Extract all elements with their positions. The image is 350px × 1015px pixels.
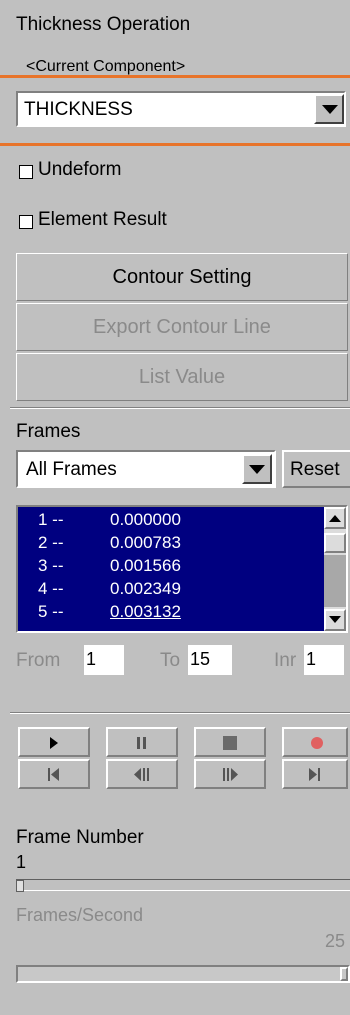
chevron-up-icon	[329, 515, 341, 522]
frame-index: 3 --	[38, 556, 64, 575]
scroll-track[interactable]	[324, 555, 346, 607]
chevron-down-icon	[322, 105, 338, 114]
element-result-checkbox[interactable]	[19, 215, 33, 229]
from-field[interactable]: 1	[84, 645, 124, 675]
frame-row-3[interactable]: 3 -- 0.001566	[18, 556, 318, 578]
section-divider	[10, 712, 350, 714]
chevron-down-icon	[249, 465, 265, 474]
annotation-line-bottom	[0, 143, 350, 146]
step-back-button[interactable]	[106, 759, 178, 789]
contour-setting-button[interactable]: Contour Setting	[16, 253, 348, 301]
skip-to-first-icon	[48, 768, 59, 781]
frame-row-4[interactable]: 4 -- 0.002349	[18, 579, 318, 601]
scroll-up-button[interactable]	[324, 507, 346, 529]
fps-label: Frames/Second	[16, 905, 144, 925]
component-dropdown-value: THICKNESS	[24, 99, 133, 120]
frames-range-value: All Frames	[26, 459, 117, 480]
scroll-thumb[interactable]	[324, 533, 346, 553]
step-backward-icon	[134, 768, 149, 781]
stop-button[interactable]	[194, 727, 266, 757]
export-contour-line-button[interactable]: Export Contour Line	[16, 303, 348, 351]
frame-value: 0.000783	[110, 533, 181, 552]
play-button[interactable]	[18, 727, 90, 757]
reset-label: Reset	[290, 459, 340, 480]
component-dropdown[interactable]: THICKNESS	[16, 91, 346, 127]
to-field[interactable]: 15	[188, 645, 232, 675]
from-label: From	[16, 650, 61, 671]
fps-value: 25	[325, 931, 346, 951]
frames-heading: Frames	[16, 421, 81, 442]
frame-index: 1 --	[38, 510, 64, 529]
list-value-button[interactable]: List Value	[16, 353, 348, 401]
stop-icon	[223, 736, 237, 750]
list-value-label: List Value	[138, 365, 226, 388]
step-forward-icon	[223, 768, 238, 781]
reset-button[interactable]: Reset	[282, 450, 350, 488]
chevron-down-icon	[329, 616, 341, 623]
fps-slider[interactable]	[16, 965, 350, 983]
inr-field[interactable]: 1	[304, 645, 344, 675]
current-component-label: <Current Component>	[26, 58, 186, 75]
last-frame-button[interactable]	[282, 759, 348, 789]
frame-value: 0.002349	[110, 579, 181, 598]
frames-range-dropdown[interactable]: All Frames	[16, 450, 276, 488]
frame-index: 5 --	[38, 602, 64, 621]
play-icon	[50, 737, 58, 749]
frames-list-scrollbar[interactable]	[324, 507, 346, 631]
dropdown-arrow-button[interactable]	[314, 94, 344, 124]
contour-setting-label: Contour Setting	[112, 265, 252, 288]
to-label: To	[160, 650, 181, 671]
fps-slider-thumb[interactable]	[340, 967, 348, 981]
frame-number-label: Frame Number	[16, 827, 144, 848]
frame-index: 2 --	[38, 533, 64, 552]
panel-title: Thickness Operation	[16, 14, 191, 35]
export-contour-line-label: Export Contour Line	[93, 315, 271, 338]
frame-value: 0.001566	[110, 556, 181, 575]
frame-value: 0.003132	[110, 602, 181, 621]
undeform-checkbox[interactable]	[19, 165, 33, 179]
skip-to-last-icon	[309, 768, 320, 781]
frame-value: 0.000000	[110, 510, 181, 529]
section-divider	[10, 407, 350, 409]
annotation-line-top	[0, 75, 350, 78]
frame-row-2[interactable]: 2 -- 0.000783	[18, 533, 318, 555]
frame-row-5[interactable]: 5 -- 0.003132	[18, 602, 318, 624]
first-frame-button[interactable]	[18, 759, 90, 789]
scroll-down-button[interactable]	[324, 609, 346, 631]
pause-button[interactable]	[106, 727, 178, 757]
frame-number-slider[interactable]	[16, 879, 350, 892]
frame-index: 4 --	[38, 579, 64, 598]
frame-number-value: 1	[16, 852, 27, 872]
step-forward-button[interactable]	[194, 759, 266, 789]
element-result-label: Element Result	[38, 209, 167, 230]
inr-label: Inr	[274, 650, 297, 671]
pause-icon	[137, 737, 146, 749]
frames-list[interactable]: 1 -- 0.000000 2 -- 0.000783 3 -- 0.00156…	[16, 505, 348, 633]
record-icon	[311, 737, 323, 749]
frame-row-1[interactable]: 1 -- 0.000000	[18, 510, 318, 532]
frames-dropdown-arrow[interactable]	[242, 454, 272, 484]
frame-number-slider-thumb[interactable]	[16, 880, 24, 892]
record-button[interactable]	[282, 727, 348, 757]
undeform-label: Undeform	[38, 159, 122, 180]
